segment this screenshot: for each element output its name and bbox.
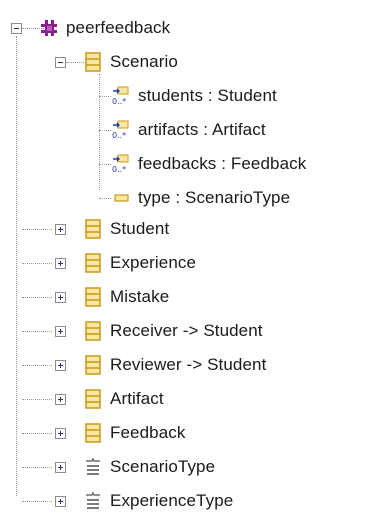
enum-icon	[82, 490, 104, 512]
tree-node-scenario-child[interactable]: 0..* artifacts : Artifact	[110, 113, 266, 147]
tree-node-label: Scenario	[110, 52, 178, 71]
reference-many-icon: 0..*	[110, 85, 132, 107]
tree-guide-h	[22, 331, 52, 332]
expand-toggle-scenariotype[interactable]	[55, 462, 66, 473]
class-icon	[82, 354, 104, 376]
reference-label: artifacts : Artifact	[138, 120, 266, 139]
tree-node-artifact[interactable]: Artifact	[82, 382, 164, 416]
tree-node-scenario-child[interactable]: 0..* students : Student	[110, 79, 277, 113]
tree-node-label: Experience	[110, 253, 197, 272]
tree-node-label: Reviewer -> Student	[110, 355, 267, 374]
package-icon	[38, 17, 60, 39]
tree-guide-h	[22, 467, 52, 468]
tree-node-reviewer[interactable]: Reviewer -> Student	[82, 348, 266, 382]
tree-guide-h	[22, 297, 52, 298]
tree-node-student[interactable]: Student	[82, 212, 169, 246]
class-icon	[82, 388, 104, 410]
tree-node-scenario-child[interactable]: type : ScenarioType	[110, 181, 290, 215]
svg-text:0..*: 0..*	[112, 165, 126, 174]
tree-guide-h	[22, 229, 52, 230]
tree-node-receiver[interactable]: Receiver -> Student	[82, 314, 263, 348]
expand-toggle-artifact[interactable]	[55, 394, 66, 405]
tree-node-label: peerfeedback	[66, 18, 171, 37]
tree-node-experience[interactable]: Experience	[82, 246, 196, 280]
attribute-label: type : ScenarioType	[138, 188, 291, 207]
reference-many-icon: 0..*	[110, 119, 132, 141]
tree-guide-scenario	[99, 74, 100, 190]
enum-icon	[82, 456, 104, 478]
tree-guide-root	[16, 36, 17, 496]
tree-guide-h	[22, 433, 52, 434]
tree-node-feedback[interactable]: Feedback	[82, 416, 185, 450]
svg-text:0..*: 0..*	[112, 131, 126, 140]
svg-text:0..*: 0..*	[112, 97, 126, 106]
tree-node-scenariotype[interactable]: ScenarioType	[82, 450, 215, 484]
tree-node-scenario-child[interactable]: 0..* feedbacks : Feedback	[110, 147, 306, 181]
tree-node-label: Feedback	[110, 423, 186, 442]
tree-guide-h	[22, 399, 52, 400]
reference-label: students : Student	[138, 86, 277, 105]
class-icon	[82, 320, 104, 342]
tree-node-root[interactable]: peerfeedback	[38, 11, 170, 45]
tree-node-label: Receiver -> Student	[110, 321, 263, 340]
tree-node-label: ScenarioType	[110, 457, 216, 476]
tree-node-label: Student	[110, 219, 170, 238]
class-icon	[82, 252, 104, 274]
class-icon	[82, 286, 104, 308]
tree-node-label: ExperienceType	[110, 491, 234, 510]
expand-toggle-student[interactable]	[55, 224, 66, 235]
tree-node-scenario[interactable]: Scenario	[82, 45, 178, 79]
tree-node-label: Mistake	[110, 287, 170, 306]
tree-guide-h	[22, 263, 52, 264]
class-icon	[82, 51, 104, 73]
collapse-toggle-scenario[interactable]	[55, 57, 66, 68]
tree-node-label: Artifact	[110, 389, 164, 408]
class-icon	[82, 422, 104, 444]
expand-toggle-receiver[interactable]	[55, 326, 66, 337]
tree-node-experiencetype[interactable]: ExperienceType	[82, 484, 233, 518]
expand-toggle-feedback[interactable]	[55, 428, 66, 439]
expand-toggle-reviewer[interactable]	[55, 360, 66, 371]
model-tree: peerfeedback Scenario 0..* students : St…	[0, 0, 371, 515]
tree-guide-h	[22, 501, 52, 502]
tree-guide-h	[22, 365, 52, 366]
tree-node-mistake[interactable]: Mistake	[82, 280, 169, 314]
class-icon	[82, 218, 104, 240]
reference-label: feedbacks : Feedback	[138, 154, 307, 173]
expand-toggle-mistake[interactable]	[55, 292, 66, 303]
attribute-icon	[110, 187, 132, 209]
reference-many-icon: 0..*	[110, 153, 132, 175]
collapse-toggle-root[interactable]	[11, 23, 22, 34]
expand-toggle-experiencetype[interactable]	[55, 496, 66, 507]
expand-toggle-experience[interactable]	[55, 258, 66, 269]
